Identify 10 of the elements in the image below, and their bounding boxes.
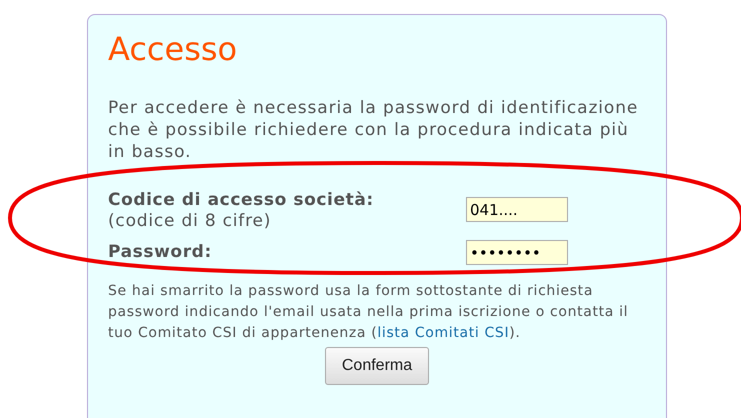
field-hint: (codice di 8 cifre) bbox=[108, 211, 272, 231]
input-field[interactable]: •••••••• bbox=[466, 240, 568, 265]
field-label: Password: bbox=[108, 241, 212, 263]
panel-title: Accesso bbox=[108, 29, 238, 69]
confirm-button[interactable]: Conferma bbox=[324, 347, 430, 385]
input-field[interactable]: 041.... bbox=[466, 197, 568, 222]
intro-text: Per accedere è necessaria la password di identificazione che è possibile richiedere con la procedura indicata più in basso. bbox=[108, 97, 640, 163]
help-text: Se hai smarrito la password usa la form sottostante di richiesta password indicando l'email usata nella prima iscrizione o contatta il tuo Comitato CSI di appartenenza (lista Comitati CSI). bbox=[108, 282, 630, 343]
field-label: Codice di accesso società: bbox=[108, 189, 374, 211]
comitati-link[interactable]: lista Comitati CSI bbox=[377, 325, 510, 341]
